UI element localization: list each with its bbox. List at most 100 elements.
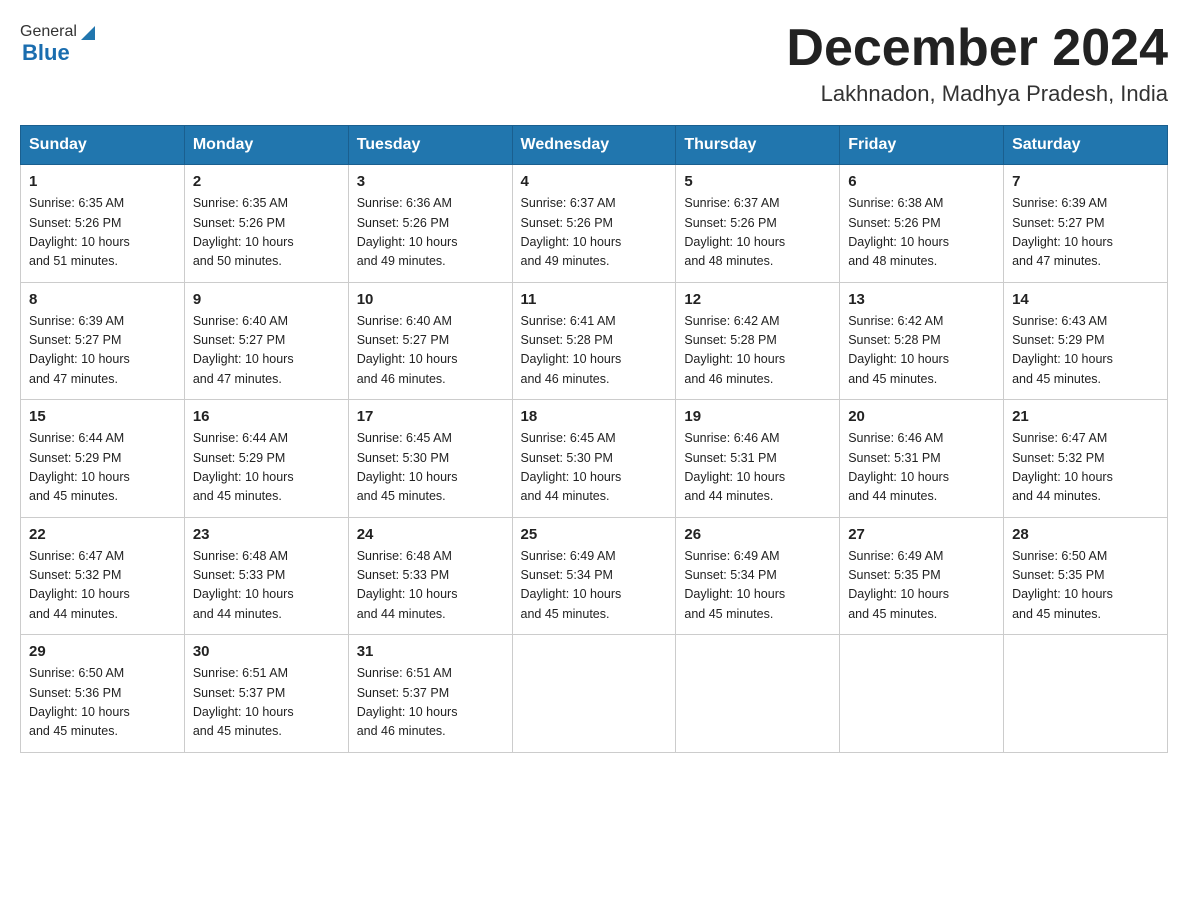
day-number: 17 [357, 408, 504, 425]
calendar-cell: 28 Sunrise: 6:50 AM Sunset: 5:35 PM Dayl… [1004, 517, 1168, 635]
calendar-cell: 6 Sunrise: 6:38 AM Sunset: 5:26 PM Dayli… [840, 165, 1004, 283]
day-info: Sunrise: 6:50 AM Sunset: 5:35 PM Dayligh… [1012, 547, 1159, 625]
day-info: Sunrise: 6:37 AM Sunset: 5:26 PM Dayligh… [684, 194, 831, 272]
calendar-week-row: 8 Sunrise: 6:39 AM Sunset: 5:27 PM Dayli… [21, 282, 1168, 400]
month-title: December 2024 [786, 20, 1168, 77]
day-number: 11 [521, 291, 668, 308]
calendar-cell: 9 Sunrise: 6:40 AM Sunset: 5:27 PM Dayli… [184, 282, 348, 400]
day-info: Sunrise: 6:41 AM Sunset: 5:28 PM Dayligh… [521, 312, 668, 390]
day-info: Sunrise: 6:48 AM Sunset: 5:33 PM Dayligh… [193, 547, 340, 625]
calendar-cell: 21 Sunrise: 6:47 AM Sunset: 5:32 PM Dayl… [1004, 400, 1168, 518]
header-thursday: Thursday [676, 126, 840, 165]
title-area: December 2024 Lakhnadon, Madhya Pradesh,… [786, 20, 1168, 107]
calendar-cell: 16 Sunrise: 6:44 AM Sunset: 5:29 PM Dayl… [184, 400, 348, 518]
calendar-table: SundayMondayTuesdayWednesdayThursdayFrid… [20, 125, 1168, 753]
day-number: 1 [29, 173, 176, 190]
calendar-cell [840, 635, 1004, 753]
calendar-header-row: SundayMondayTuesdayWednesdayThursdayFrid… [21, 126, 1168, 165]
logo-triangle-icon [77, 22, 99, 44]
page-header: General Blue December 2024 Lakhnadon, Ma… [20, 20, 1168, 107]
calendar-cell: 1 Sunrise: 6:35 AM Sunset: 5:26 PM Dayli… [21, 165, 185, 283]
calendar-cell: 4 Sunrise: 6:37 AM Sunset: 5:26 PM Dayli… [512, 165, 676, 283]
calendar-cell: 31 Sunrise: 6:51 AM Sunset: 5:37 PM Dayl… [348, 635, 512, 753]
calendar-cell: 25 Sunrise: 6:49 AM Sunset: 5:34 PM Dayl… [512, 517, 676, 635]
calendar-cell: 15 Sunrise: 6:44 AM Sunset: 5:29 PM Dayl… [21, 400, 185, 518]
day-info: Sunrise: 6:45 AM Sunset: 5:30 PM Dayligh… [521, 429, 668, 507]
day-info: Sunrise: 6:39 AM Sunset: 5:27 PM Dayligh… [29, 312, 176, 390]
day-number: 21 [1012, 408, 1159, 425]
day-number: 19 [684, 408, 831, 425]
header-friday: Friday [840, 126, 1004, 165]
calendar-cell: 20 Sunrise: 6:46 AM Sunset: 5:31 PM Dayl… [840, 400, 1004, 518]
day-info: Sunrise: 6:47 AM Sunset: 5:32 PM Dayligh… [1012, 429, 1159, 507]
day-number: 23 [193, 526, 340, 543]
day-info: Sunrise: 6:43 AM Sunset: 5:29 PM Dayligh… [1012, 312, 1159, 390]
day-number: 22 [29, 526, 176, 543]
day-info: Sunrise: 6:40 AM Sunset: 5:27 PM Dayligh… [193, 312, 340, 390]
day-number: 5 [684, 173, 831, 190]
day-number: 20 [848, 408, 995, 425]
logo-blue-text: Blue [22, 40, 70, 66]
day-info: Sunrise: 6:51 AM Sunset: 5:37 PM Dayligh… [357, 664, 504, 742]
calendar-cell: 10 Sunrise: 6:40 AM Sunset: 5:27 PM Dayl… [348, 282, 512, 400]
calendar-cell: 13 Sunrise: 6:42 AM Sunset: 5:28 PM Dayl… [840, 282, 1004, 400]
day-number: 7 [1012, 173, 1159, 190]
day-number: 26 [684, 526, 831, 543]
day-info: Sunrise: 6:51 AM Sunset: 5:37 PM Dayligh… [193, 664, 340, 742]
calendar-cell: 12 Sunrise: 6:42 AM Sunset: 5:28 PM Dayl… [676, 282, 840, 400]
header-monday: Monday [184, 126, 348, 165]
calendar-cell [512, 635, 676, 753]
day-number: 9 [193, 291, 340, 308]
day-number: 31 [357, 643, 504, 660]
day-info: Sunrise: 6:46 AM Sunset: 5:31 PM Dayligh… [848, 429, 995, 507]
day-info: Sunrise: 6:47 AM Sunset: 5:32 PM Dayligh… [29, 547, 176, 625]
day-number: 24 [357, 526, 504, 543]
calendar-week-row: 1 Sunrise: 6:35 AM Sunset: 5:26 PM Dayli… [21, 165, 1168, 283]
calendar-cell: 22 Sunrise: 6:47 AM Sunset: 5:32 PM Dayl… [21, 517, 185, 635]
day-number: 3 [357, 173, 504, 190]
day-info: Sunrise: 6:50 AM Sunset: 5:36 PM Dayligh… [29, 664, 176, 742]
day-number: 25 [521, 526, 668, 543]
calendar-cell [1004, 635, 1168, 753]
calendar-cell: 18 Sunrise: 6:45 AM Sunset: 5:30 PM Dayl… [512, 400, 676, 518]
calendar-cell: 19 Sunrise: 6:46 AM Sunset: 5:31 PM Dayl… [676, 400, 840, 518]
header-wednesday: Wednesday [512, 126, 676, 165]
header-saturday: Saturday [1004, 126, 1168, 165]
calendar-week-row: 29 Sunrise: 6:50 AM Sunset: 5:36 PM Dayl… [21, 635, 1168, 753]
calendar-week-row: 22 Sunrise: 6:47 AM Sunset: 5:32 PM Dayl… [21, 517, 1168, 635]
calendar-cell: 23 Sunrise: 6:48 AM Sunset: 5:33 PM Dayl… [184, 517, 348, 635]
calendar-cell: 29 Sunrise: 6:50 AM Sunset: 5:36 PM Dayl… [21, 635, 185, 753]
calendar-week-row: 15 Sunrise: 6:44 AM Sunset: 5:29 PM Dayl… [21, 400, 1168, 518]
calendar-cell: 8 Sunrise: 6:39 AM Sunset: 5:27 PM Dayli… [21, 282, 185, 400]
day-number: 30 [193, 643, 340, 660]
day-info: Sunrise: 6:36 AM Sunset: 5:26 PM Dayligh… [357, 194, 504, 272]
day-info: Sunrise: 6:48 AM Sunset: 5:33 PM Dayligh… [357, 547, 504, 625]
day-number: 28 [1012, 526, 1159, 543]
calendar-cell: 30 Sunrise: 6:51 AM Sunset: 5:37 PM Dayl… [184, 635, 348, 753]
calendar-cell: 27 Sunrise: 6:49 AM Sunset: 5:35 PM Dayl… [840, 517, 1004, 635]
calendar-cell: 2 Sunrise: 6:35 AM Sunset: 5:26 PM Dayli… [184, 165, 348, 283]
day-number: 14 [1012, 291, 1159, 308]
header-tuesday: Tuesday [348, 126, 512, 165]
calendar-cell: 17 Sunrise: 6:45 AM Sunset: 5:30 PM Dayl… [348, 400, 512, 518]
calendar-cell: 3 Sunrise: 6:36 AM Sunset: 5:26 PM Dayli… [348, 165, 512, 283]
day-number: 13 [848, 291, 995, 308]
day-info: Sunrise: 6:37 AM Sunset: 5:26 PM Dayligh… [521, 194, 668, 272]
calendar-cell: 7 Sunrise: 6:39 AM Sunset: 5:27 PM Dayli… [1004, 165, 1168, 283]
day-info: Sunrise: 6:35 AM Sunset: 5:26 PM Dayligh… [29, 194, 176, 272]
day-info: Sunrise: 6:49 AM Sunset: 5:34 PM Dayligh… [684, 547, 831, 625]
logo-general-text: General [20, 23, 77, 41]
day-info: Sunrise: 6:46 AM Sunset: 5:31 PM Dayligh… [684, 429, 831, 507]
calendar-cell: 26 Sunrise: 6:49 AM Sunset: 5:34 PM Dayl… [676, 517, 840, 635]
day-number: 29 [29, 643, 176, 660]
day-number: 2 [193, 173, 340, 190]
day-info: Sunrise: 6:42 AM Sunset: 5:28 PM Dayligh… [848, 312, 995, 390]
calendar-cell [676, 635, 840, 753]
day-number: 12 [684, 291, 831, 308]
calendar-cell: 11 Sunrise: 6:41 AM Sunset: 5:28 PM Dayl… [512, 282, 676, 400]
day-info: Sunrise: 6:44 AM Sunset: 5:29 PM Dayligh… [193, 429, 340, 507]
day-number: 10 [357, 291, 504, 308]
day-number: 16 [193, 408, 340, 425]
day-number: 8 [29, 291, 176, 308]
calendar-cell: 5 Sunrise: 6:37 AM Sunset: 5:26 PM Dayli… [676, 165, 840, 283]
